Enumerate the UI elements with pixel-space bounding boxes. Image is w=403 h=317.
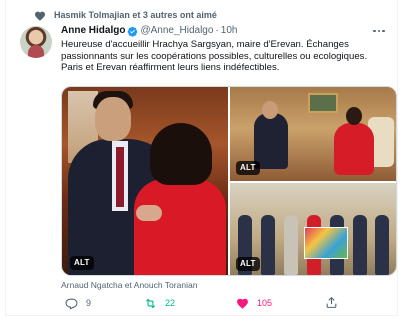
like-count: 105 bbox=[257, 298, 273, 308]
share-icon bbox=[326, 296, 337, 308]
photo-seated-meeting[interactable]: ALT bbox=[230, 87, 396, 181]
heart-icon bbox=[35, 11, 45, 21]
separator-dot: · bbox=[215, 25, 219, 36]
media-tagged-people[interactable]: Arnaud Ngatcha et Anouch Toranian bbox=[61, 279, 197, 291]
share-button[interactable] bbox=[325, 296, 338, 309]
photo-embrace[interactable]: ALT bbox=[62, 87, 228, 275]
more-dots-icon bbox=[373, 29, 376, 33]
action-bar: 9 22 105 bbox=[61, 296, 361, 310]
media-grid: ALT ALT ALT bbox=[61, 86, 397, 276]
retweet-count: 22 bbox=[165, 298, 176, 308]
reply-count: 9 bbox=[86, 298, 92, 308]
author-handle[interactable]: @Anne_Hidalgo bbox=[140, 24, 213, 38]
alt-badge[interactable]: ALT bbox=[236, 257, 260, 271]
reply-button[interactable]: 9 bbox=[65, 296, 91, 310]
tweet-timestamp[interactable]: 10h bbox=[221, 24, 238, 38]
heart-filled-icon bbox=[237, 298, 248, 309]
retweet-button[interactable]: 22 bbox=[144, 296, 175, 310]
reply-icon bbox=[65, 298, 78, 309]
retweet-icon bbox=[146, 298, 155, 308]
like-button[interactable]: 105 bbox=[236, 296, 272, 310]
tweet-text: Heureuse d'accueillir Hrachya Sargsyan, … bbox=[61, 39, 396, 74]
author-name[interactable]: Anne Hidalgo bbox=[61, 24, 125, 38]
verified-badge-icon bbox=[128, 26, 138, 37]
tweet-header: Anne Hidalgo @Anne_Hidalgo · 10h bbox=[61, 24, 237, 38]
photo-group-portrait[interactable]: ALT bbox=[230, 183, 396, 275]
social-context-text: Hasmik Tolmajian et 3 autres ont aimé bbox=[54, 10, 217, 20]
alt-badge[interactable]: ALT bbox=[236, 161, 260, 175]
alt-badge[interactable]: ALT bbox=[70, 256, 94, 270]
more-options-button[interactable] bbox=[371, 24, 387, 38]
tweet-text-line: passionnants sur les coopérations possib… bbox=[61, 50, 368, 62]
avatar[interactable] bbox=[20, 26, 52, 58]
tweet-text-line: Paris et Erevan réaffirment leurs liens … bbox=[61, 62, 280, 73]
tweet-card[interactable]: Hasmik Tolmajian et 3 autres ont aimé An… bbox=[5, 0, 398, 316]
tweet-text-line: Heureuse d'accueillir Hrachya Sargsyan, … bbox=[61, 39, 349, 50]
